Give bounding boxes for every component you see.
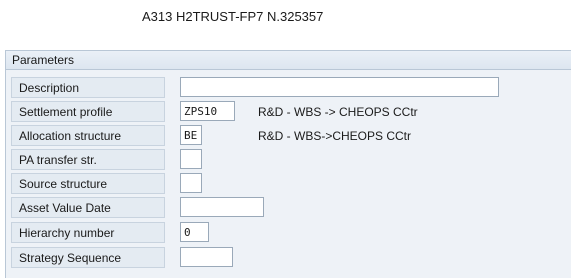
hierarchy-number-field[interactable]: 0: [180, 222, 209, 242]
object-header: A313 H2TRUST-FP7 N.325357: [0, 0, 571, 50]
parameters-panel: Parameters Description Settlement profil…: [5, 50, 571, 278]
allocation-structure-field[interactable]: BE: [180, 125, 202, 145]
pa-transfer-structure-field[interactable]: [180, 149, 202, 169]
allocation-structure-description: R&D - WBS->CHEOPS CCtr: [258, 129, 412, 143]
parameters-panel-title: Parameters: [12, 53, 75, 67]
settlement-profile-label: Settlement profile: [11, 101, 165, 122]
asset-value-date-field[interactable]: [180, 197, 264, 217]
allocation-structure-label: Allocation structure: [11, 125, 165, 146]
settlement-profile-field[interactable]: ZPS10: [180, 101, 235, 121]
object-title: A313 H2TRUST-FP7 N.325357: [142, 9, 324, 24]
hierarchy-number-label: Hierarchy number: [11, 222, 165, 243]
pa-transfer-structure-label: PA transfer str.: [11, 149, 165, 170]
description-label: Description: [11, 77, 165, 98]
source-structure-label: Source structure: [11, 173, 165, 194]
source-structure-field[interactable]: [180, 173, 202, 193]
description-field[interactable]: [180, 77, 499, 97]
parameters-panel-header: Parameters: [6, 50, 571, 70]
strategy-sequence-label: Strategy Sequence: [11, 247, 165, 268]
asset-value-date-label: Asset Value Date: [11, 197, 165, 218]
settlement-profile-description: R&D - WBS -> CHEOPS CCtr: [258, 105, 418, 119]
strategy-sequence-field[interactable]: [180, 247, 233, 267]
